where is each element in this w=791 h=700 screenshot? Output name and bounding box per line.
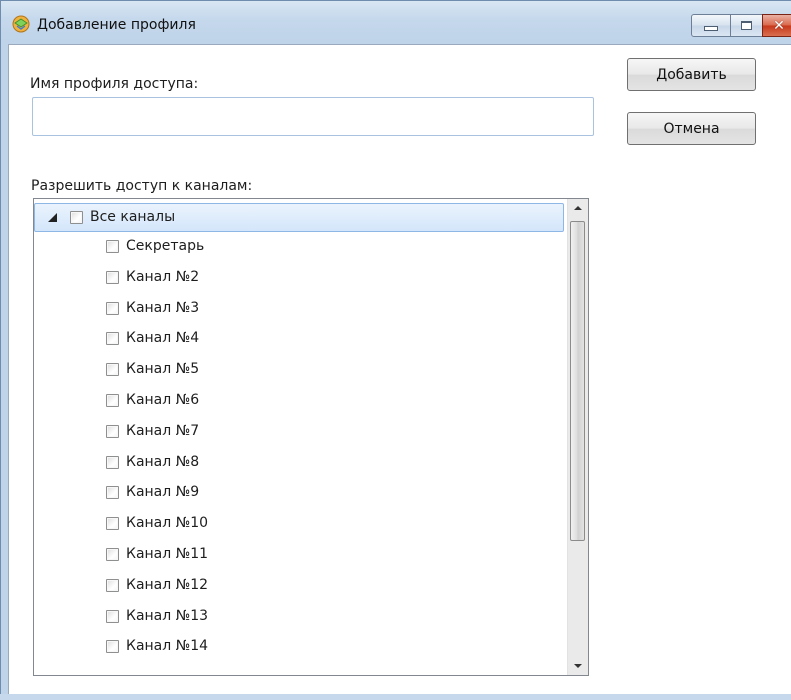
scroll-up-button[interactable] (568, 199, 588, 217)
tree-item-label: Канал №14 (126, 638, 209, 655)
channel-checkbox[interactable] (106, 301, 119, 315)
chevron-up-icon (574, 206, 582, 210)
tree-item-channel[interactable]: Секретарь (34, 232, 564, 261)
window-bottom-border (0, 694, 791, 700)
channel-checkbox[interactable] (106, 394, 119, 407)
tree-item-channel[interactable]: Канал №12 (34, 571, 564, 600)
channel-checkbox[interactable] (106, 548, 119, 561)
close-button[interactable]: ✕ (762, 14, 791, 37)
channel-checkbox[interactable] (106, 640, 119, 654)
app-icon (12, 15, 30, 33)
tree-item-all-channels[interactable]: Все каналы (34, 203, 564, 232)
cancel-button[interactable]: Отмена (627, 112, 756, 145)
channel-checkbox[interactable] (106, 578, 119, 592)
title-bar[interactable]: Добавление профиля ✕ (1, 1, 791, 44)
profile-name-input[interactable] (32, 97, 594, 136)
channel-checkbox[interactable] (106, 270, 119, 284)
chevron-down-icon (574, 664, 582, 668)
maximize-icon (741, 21, 752, 30)
tree-item-channel[interactable]: Канал №10 (34, 509, 564, 538)
tree-item-label: Канал №6 (126, 392, 200, 408)
tree-item-label: Канал №10 (126, 515, 209, 532)
tree-item-label: Канал №12 (126, 576, 209, 593)
tree-item-label: Канал №13 (126, 607, 209, 624)
channel-checkbox[interactable] (106, 332, 119, 346)
tree-item-label: Канал №4 (126, 330, 200, 347)
channel-checkbox[interactable] (106, 609, 119, 623)
dialog-content: Имя профиля доступа: Добавить Отмена Раз… (8, 44, 791, 696)
tree-item-label: Секретарь (126, 238, 205, 254)
tree-item-channel[interactable]: Канал №8 (34, 448, 564, 477)
tree-item-label: Канал №2 (126, 268, 200, 285)
tree-item-label: Все каналы (90, 209, 176, 225)
vertical-scrollbar[interactable] (567, 199, 588, 675)
tree-item-label: Канал №3 (126, 299, 200, 316)
tree-item-channel[interactable]: Канал №6 (34, 386, 564, 415)
channel-checkbox[interactable] (106, 424, 119, 438)
all-channels-checkbox[interactable] (70, 211, 83, 224)
tree-item-label: Канал №5 (126, 361, 200, 378)
channels-tree[interactable]: Все каналы Секретарь Канал №2 Канал №3 Кана… (33, 198, 589, 676)
tree-item-channel[interactable]: Канал №2 (34, 263, 564, 292)
tree-item-channel[interactable]: Канал №14 (34, 632, 564, 661)
scroll-down-button[interactable] (568, 657, 588, 675)
tree-item-channel[interactable]: Канал №9 (34, 478, 564, 507)
minimize-button[interactable] (691, 14, 731, 37)
tree-item-channel[interactable]: Канал №4 (34, 324, 564, 353)
tree-item-label: Канал №8 (126, 453, 200, 470)
channels-access-label: Разрешить доступ к каналам: (31, 178, 253, 194)
channel-checkbox[interactable] (106, 363, 119, 377)
tree-item-channel[interactable]: Канал №13 (34, 602, 564, 631)
channel-checkbox[interactable] (106, 517, 119, 531)
channel-checkbox[interactable] (106, 455, 119, 469)
channel-checkbox[interactable] (106, 486, 119, 500)
minimize-icon (704, 26, 718, 31)
maximize-button[interactable] (730, 14, 763, 37)
add-button[interactable]: Добавить (627, 58, 756, 91)
tree-item-label: Канал №9 (126, 484, 200, 501)
tree-item-channel[interactable]: Канал №5 (34, 355, 564, 384)
scrollbar-thumb[interactable] (570, 221, 585, 541)
tree-item-channel[interactable]: Канал №3 (34, 294, 564, 323)
tree-item-label: Канал №7 (126, 422, 200, 439)
tree-item-channel[interactable]: Канал №11 (34, 540, 564, 569)
channel-checkbox[interactable] (106, 240, 119, 253)
tree-item-channel[interactable]: Канал №7 (34, 417, 564, 446)
profile-name-label: Имя профиля доступа: (30, 76, 199, 92)
tree-item-label: Канал №11 (126, 546, 209, 562)
window-title: Добавление профиля (37, 17, 196, 33)
expand-triangle-icon[interactable] (48, 213, 57, 222)
dialog-window: Добавление профиля ✕ Имя профиля доступа… (0, 0, 791, 700)
close-icon: ✕ (773, 17, 785, 34)
